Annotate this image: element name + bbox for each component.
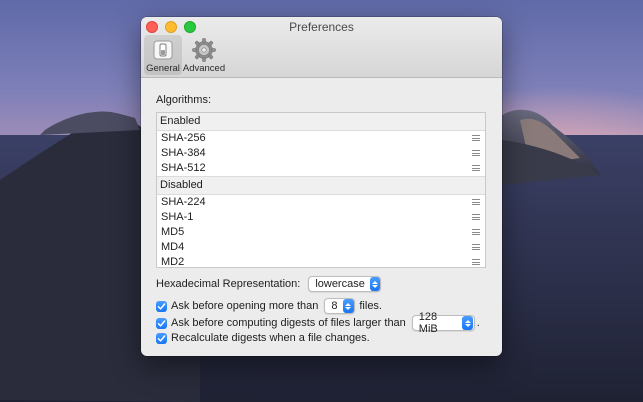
recalc-checkbox[interactable] [156,332,167,344]
list-item[interactable]: MD4 [157,240,485,255]
preferences-window: Preferences General Advanced Algorithms:… [141,17,502,356]
list-item[interactable]: SHA-1 [157,210,485,225]
drag-handle-icon[interactable] [472,229,480,235]
list-item[interactable]: SHA-256 [157,131,485,146]
file-count-value: 8 [331,300,338,312]
tab-advanced[interactable]: Advanced [182,35,226,75]
list-item[interactable]: MD2 [157,255,485,268]
switch-icon [150,37,176,63]
algorithm-name: SHA-224 [161,196,206,208]
ask-open-suffix: files. [359,300,382,312]
hex-representation-popup[interactable]: lowercase [308,276,382,292]
algorithm-name: MD2 [161,256,185,268]
ask-compute-row: Ask before computing digests of files la… [156,311,480,335]
algorithm-name: MD4 [161,241,185,253]
chevron-updown-icon [369,277,380,291]
window-title: Preferences [289,20,354,34]
list-item[interactable]: SHA-512 [157,161,485,176]
tab-general-label: General [146,63,180,74]
recalc-row: Recalculate digests when a file changes. [156,332,370,344]
tab-general[interactable]: General [144,35,182,75]
algorithm-name: SHA-512 [161,162,206,174]
file-size-value: 128 MiB [418,311,438,335]
algorithms-list[interactable]: Enabled SHA-256 SHA-384 SHA-512 Disabled… [156,112,486,268]
drag-handle-icon[interactable] [472,214,480,220]
ask-open-checkbox[interactable] [156,300,167,312]
disabled-header: Disabled [157,176,485,195]
algorithms-label: Algorithms: [156,94,212,106]
preferences-toolbar: General Advanced [144,35,226,75]
ask-compute-label: Ask before computing digests of files la… [171,317,406,329]
hex-representation-value: lowercase [315,278,365,290]
hex-representation-label: Hexadecimal Representation: [156,278,301,290]
drag-handle-icon[interactable] [472,150,480,156]
ask-compute-checkbox[interactable] [156,317,167,329]
recalc-label: Recalculate digests when a file changes. [171,332,370,344]
ask-open-label: Ask before opening more than [171,300,319,312]
gear-icon [191,37,217,63]
drag-handle-icon[interactable] [472,199,480,205]
chevron-updown-icon [342,299,354,313]
drag-handle-icon[interactable] [472,165,480,171]
file-count-popup[interactable]: 8 [324,298,356,314]
title-bar: Preferences General Advanced [141,17,502,78]
drag-handle-icon[interactable] [472,244,480,250]
drag-handle-icon[interactable] [472,259,480,265]
chevron-updown-icon [461,316,474,330]
algorithm-name: SHA-256 [161,132,206,144]
enabled-header: Enabled [157,113,485,131]
list-item[interactable]: MD5 [157,225,485,240]
hex-representation-row: Hexadecimal Representation: lowercase [156,276,382,292]
ask-compute-suffix: . [476,317,480,329]
ask-open-row: Ask before opening more than 8 files. [156,298,382,314]
file-size-popup[interactable]: 128 MiB [411,311,475,335]
list-item[interactable]: SHA-384 [157,146,485,161]
algorithm-name: SHA-384 [161,147,206,159]
tab-advanced-label: Advanced [182,63,226,74]
algorithm-name: MD5 [161,226,185,238]
algorithm-name: SHA-1 [161,211,194,223]
drag-handle-icon[interactable] [472,135,480,141]
list-item[interactable]: SHA-224 [157,195,485,210]
